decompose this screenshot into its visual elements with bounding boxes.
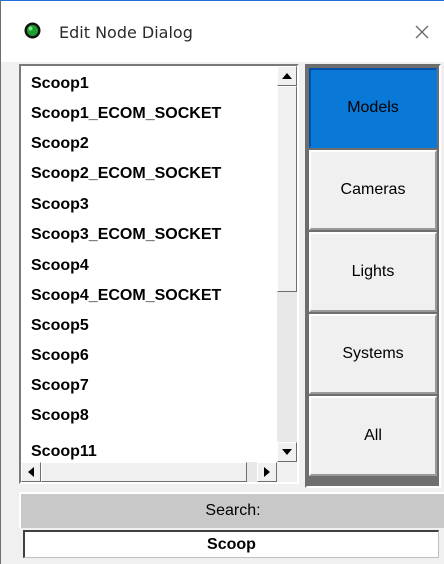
scroll-up-button[interactable] — [277, 66, 297, 86]
arrow-up-icon — [282, 73, 292, 79]
horizontal-scrollbar[interactable] — [21, 462, 277, 482]
close-button[interactable] — [399, 1, 444, 63]
lights-button[interactable]: Lights — [309, 232, 437, 312]
all-button[interactable]: All — [309, 396, 437, 476]
arrow-right-icon — [264, 467, 270, 477]
scrollbar-corner — [277, 462, 297, 482]
models-button[interactable]: Models — [309, 68, 437, 148]
arrow-left-icon — [28, 467, 34, 477]
list-item[interactable]: Scoop7 — [31, 372, 89, 400]
cameras-button[interactable]: Cameras — [309, 150, 437, 230]
node-list-box: Scoop1 Scoop1_ECOM_SOCKET Scoop2 Scoop2_… — [19, 64, 299, 484]
list-item[interactable]: Scoop8 — [31, 402, 89, 430]
arrow-down-icon — [282, 449, 292, 455]
list-item[interactable]: Scoop6 — [31, 342, 89, 370]
close-icon — [415, 25, 429, 39]
horizontal-scroll-thumb[interactable] — [41, 462, 247, 482]
list-item[interactable]: Scoop2 — [31, 130, 89, 158]
list-item[interactable]: Scoop3 — [31, 191, 89, 219]
search-input[interactable] — [23, 530, 439, 558]
list-item[interactable]: Scoop3_ECOM_SOCKET — [31, 221, 221, 249]
edit-node-dialog: Edit Node Dialog Scoop1 Scoop1_ECOM_SOCK… — [0, 0, 444, 564]
systems-button[interactable]: Systems — [309, 314, 437, 394]
green-node-icon — [24, 22, 41, 39]
list-item[interactable]: Scoop11 — [31, 438, 97, 462]
vertical-scroll-thumb[interactable] — [277, 86, 297, 292]
title-bar[interactable]: Edit Node Dialog — [1, 0, 444, 62]
window-title: Edit Node Dialog — [59, 23, 193, 42]
list-item[interactable]: Scoop1_ECOM_SOCKET — [31, 100, 221, 128]
list-item[interactable]: Scoop5 — [31, 312, 89, 340]
category-panel: Models Cameras Lights Systems All — [305, 64, 441, 488]
scroll-down-button[interactable] — [277, 442, 297, 462]
search-label: Search: — [19, 492, 444, 528]
search-field-wrapper — [19, 528, 444, 564]
scroll-right-button[interactable] — [257, 462, 277, 482]
list-item[interactable]: Scoop4_ECOM_SOCKET — [31, 282, 221, 310]
vertical-scrollbar[interactable] — [277, 66, 297, 462]
node-list[interactable]: Scoop1 Scoop1_ECOM_SOCKET Scoop2 Scoop2_… — [21, 66, 277, 462]
list-item[interactable]: Scoop1 — [31, 70, 89, 98]
list-item[interactable]: Scoop4 — [31, 252, 89, 280]
list-item[interactable]: Scoop2_ECOM_SOCKET — [31, 160, 221, 188]
scroll-left-button[interactable] — [21, 462, 41, 482]
